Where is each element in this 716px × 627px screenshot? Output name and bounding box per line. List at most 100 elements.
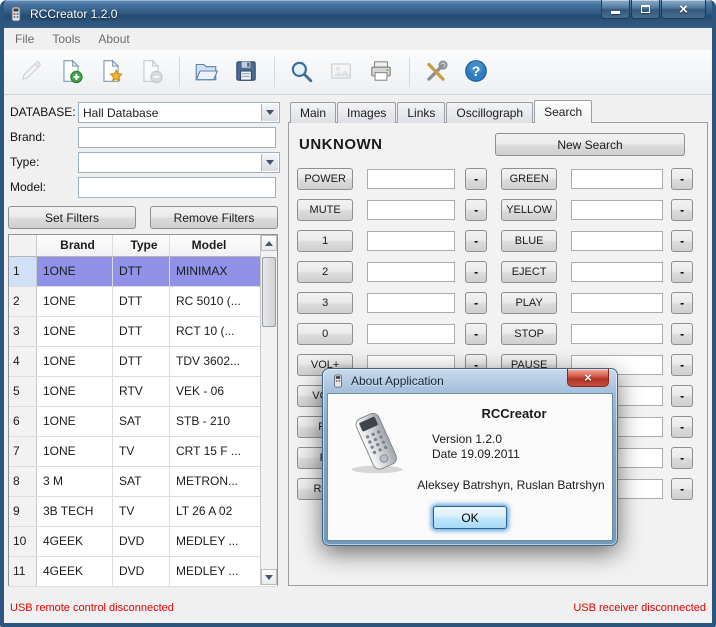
key-button-2[interactable]: 2: [297, 261, 354, 283]
remove-button[interactable]: [132, 53, 170, 91]
clear-key-button[interactable]: -: [465, 168, 487, 190]
scrollbar-thumb[interactable]: [262, 257, 276, 327]
clear-key-button[interactable]: -: [671, 385, 693, 407]
maximize-button[interactable]: [631, 0, 660, 19]
key-button-1[interactable]: 1: [297, 230, 354, 252]
key-button-green[interactable]: GREEN: [501, 168, 558, 190]
minimize-button[interactable]: [601, 0, 630, 19]
dialog-close-button[interactable]: [567, 369, 609, 387]
settings-button[interactable]: [417, 53, 455, 91]
table-row[interactable]: 11 4GEEK DVD MEDLEY ...: [9, 557, 277, 587]
key-button-0[interactable]: 0: [297, 323, 354, 345]
table-scrollbar[interactable]: [260, 235, 277, 585]
key-code-input[interactable]: [571, 262, 664, 282]
tab-oscillograph[interactable]: Oscillograph: [446, 102, 534, 123]
tab-main[interactable]: Main: [290, 102, 337, 123]
clear-key-button[interactable]: -: [465, 323, 487, 345]
key-button-play[interactable]: PLAY: [501, 292, 558, 314]
image-button[interactable]: [322, 53, 360, 91]
clear-key-button[interactable]: -: [671, 261, 693, 283]
key-code-input[interactable]: [571, 293, 664, 313]
new-button[interactable]: [52, 53, 90, 91]
clear-key-button[interactable]: -: [671, 168, 693, 190]
remove-filters-button[interactable]: Remove Filters: [150, 206, 278, 229]
menu-about[interactable]: About: [89, 29, 138, 49]
menu-file[interactable]: File: [6, 29, 43, 49]
brand-cell: 1ONE: [37, 437, 113, 466]
remote-control-image: [334, 410, 420, 479]
header-cell-brand[interactable]: Brand: [37, 235, 113, 256]
clear-key-button[interactable]: -: [671, 199, 693, 221]
header-cell-type[interactable]: Type: [113, 235, 170, 256]
edit-button[interactable]: [12, 53, 50, 91]
clear-key-button[interactable]: -: [465, 292, 487, 314]
clear-key-button[interactable]: -: [671, 292, 693, 314]
clear-key-button[interactable]: -: [465, 230, 487, 252]
scroll-down-button[interactable]: [261, 569, 277, 585]
close-button[interactable]: [661, 0, 706, 19]
table-row[interactable]: 6 1ONE SAT STB - 210: [9, 407, 277, 437]
key-button-stop[interactable]: STOP: [501, 323, 558, 345]
scroll-up-button[interactable]: [261, 235, 277, 251]
statusbar: USB remote control disconnected USB rece…: [10, 600, 706, 616]
key-row: 0 - STOP -: [297, 323, 693, 345]
clear-key-button[interactable]: -: [671, 416, 693, 438]
table-row[interactable]: 8 3 M SAT METRON...: [9, 467, 277, 497]
key-code-input[interactable]: [367, 262, 456, 282]
clear-key-button[interactable]: -: [671, 447, 693, 469]
set-filters-button[interactable]: Set Filters: [8, 206, 136, 229]
model-cell: MEDLEY ...: [176, 564, 239, 578]
type-combobox[interactable]: [78, 152, 280, 173]
table-row[interactable]: 10 4GEEK DVD MEDLEY ...: [9, 527, 277, 557]
row-header-cell: 8: [9, 467, 37, 496]
clear-key-button[interactable]: -: [671, 323, 693, 345]
key-code-input[interactable]: [367, 200, 456, 220]
tab-images[interactable]: Images: [337, 102, 397, 123]
table-row[interactable]: 4 1ONE DTT TDV 3602...: [9, 347, 277, 377]
new-search-button[interactable]: New Search: [495, 133, 685, 156]
key-button-yellow[interactable]: YELLOW: [501, 199, 558, 221]
key-code-input[interactable]: [571, 200, 664, 220]
remove-document-icon: [138, 58, 164, 87]
open-button[interactable]: [187, 53, 225, 91]
search-button[interactable]: [282, 53, 320, 91]
print-button[interactable]: [362, 53, 400, 91]
ok-button[interactable]: OK: [433, 506, 507, 529]
help-button[interactable]: ?: [457, 53, 495, 91]
table-row[interactable]: 9 3B TECH TV LT 26 A 02: [9, 497, 277, 527]
brand-label: Brand:: [10, 130, 46, 144]
favorite-button[interactable]: [92, 53, 130, 91]
table-row[interactable]: 2 1ONE DTT RC 5010 (...: [9, 287, 277, 317]
header-cell-model[interactable]: Model: [170, 235, 242, 256]
key-button-eject[interactable]: EJECT: [501, 261, 558, 283]
model-input[interactable]: [79, 178, 277, 197]
key-code-input[interactable]: [367, 231, 456, 251]
key-button-blue[interactable]: BLUE: [501, 230, 558, 252]
key-code-input[interactable]: [367, 169, 456, 189]
clear-key-button[interactable]: -: [671, 230, 693, 252]
clear-key-button[interactable]: -: [671, 478, 693, 500]
key-code-input[interactable]: [571, 169, 664, 189]
key-code-input[interactable]: [571, 231, 664, 251]
clear-key-button[interactable]: -: [671, 354, 693, 376]
key-button-power[interactable]: POWER: [297, 168, 354, 190]
key-button-3[interactable]: 3: [297, 292, 354, 314]
key-code-input[interactable]: [367, 324, 456, 344]
menu-tools[interactable]: Tools: [43, 29, 89, 49]
table-row[interactable]: 3 1ONE DTT RCT 10 (...: [9, 317, 277, 347]
key-button-mute[interactable]: MUTE: [297, 199, 354, 221]
brand-input[interactable]: [79, 128, 277, 147]
tab-links[interactable]: Links: [397, 102, 446, 123]
key-code-input[interactable]: [571, 324, 664, 344]
database-combobox[interactable]: Hall Database: [78, 102, 280, 123]
save-button[interactable]: [227, 53, 265, 91]
clear-key-button[interactable]: -: [465, 261, 487, 283]
brand-cell: 1ONE: [37, 257, 113, 286]
edit-icon: [18, 58, 44, 87]
clear-key-button[interactable]: -: [465, 199, 487, 221]
key-code-input[interactable]: [367, 293, 456, 313]
table-row[interactable]: 5 1ONE RTV VEK - 06: [9, 377, 277, 407]
table-row[interactable]: 7 1ONE TV CRT 15 F ...: [9, 437, 277, 467]
tab-search[interactable]: Search: [534, 100, 593, 123]
table-row[interactable]: 1 1ONE DTT MINIMAX: [9, 257, 277, 287]
